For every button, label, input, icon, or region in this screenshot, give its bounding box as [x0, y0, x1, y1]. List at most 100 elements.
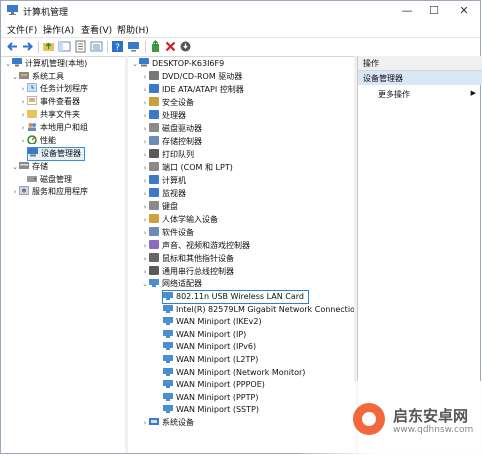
device-category[interactable]: › 通用串行总线控制器 [141, 266, 234, 278]
device-category[interactable]: › 磁盘驱动器 [141, 123, 202, 135]
menu-view[interactable]: 查看(V) [81, 23, 112, 36]
network-device[interactable]: WAN Miniport (L2TP) [163, 354, 258, 366]
device-category-icon [149, 149, 159, 158]
device-category[interactable]: › DVD/CD-ROM 驱动器 [141, 71, 242, 83]
chevron-right-icon[interactable]: › [141, 162, 149, 174]
network-device[interactable]: WAN Miniport (IP) [163, 329, 246, 341]
chevron-right-icon[interactable]: › [141, 97, 149, 109]
properties-icon[interactable] [74, 40, 87, 53]
uninstall-device-icon[interactable] [164, 40, 177, 53]
tree-item-device-manager[interactable]: 设备管理器 [27, 147, 85, 161]
network-device[interactable]: WAN Miniport (Network Monitor) [163, 367, 305, 379]
device-category[interactable]: › 端口 (COM 和 LPT) [141, 162, 233, 174]
chevron-right-icon[interactable]: › [141, 123, 149, 135]
chevron-right-icon[interactable]: › [141, 175, 149, 187]
chevron-right-icon[interactable]: › [141, 214, 149, 226]
network-device[interactable]: Intel(R) 82579LM Gigabit Network Connect… [163, 304, 354, 316]
network-device-selected[interactable]: 802.11n USB Wireless LAN Card [162, 290, 309, 304]
device-category[interactable]: › 计算机 [141, 175, 186, 187]
close-button[interactable]: ✕ [449, 1, 479, 20]
back-arrow-icon[interactable] [6, 40, 19, 53]
device-category[interactable]: › 软件设备 [141, 227, 194, 239]
tree-label: 打印队列 [162, 150, 194, 159]
chevron-right-icon[interactable]: › [141, 71, 149, 83]
network-device[interactable]: WAN Miniport (PPTP) [163, 392, 258, 404]
tree-label: 声音、视频和游戏控制器 [162, 241, 250, 250]
category-system-devices[interactable]: › 系统设备 [141, 417, 194, 429]
network-device[interactable]: WAN Miniport (SSTP) [163, 404, 259, 416]
tree-item-task-scheduler[interactable]: › 任务计划程序 [19, 83, 88, 95]
tree-label: 计算机 [162, 176, 186, 185]
chevron-down-icon[interactable]: ⌄ [4, 58, 12, 70]
more-actions-link[interactable]: 更多操作 [378, 89, 410, 100]
tree-item-shared-folders[interactable]: › 共享文件夹 [19, 109, 80, 121]
chevron-right-icon[interactable]: › [141, 227, 149, 239]
device-category[interactable]: › 打印队列 [141, 149, 194, 161]
up-folder-icon[interactable] [42, 40, 55, 53]
chevron-down-icon[interactable]: ⌄ [11, 161, 19, 173]
monitor-view-icon[interactable] [127, 40, 140, 53]
device-category[interactable]: › 键盘 [141, 201, 178, 213]
help-icon[interactable]: ? [111, 40, 124, 53]
tree-label: WAN Miniport (SSTP) [176, 405, 259, 415]
tree-item-performance[interactable]: › 性能 [19, 135, 56, 147]
chevron-right-icon[interactable]: › [19, 135, 27, 147]
chevron-right-icon[interactable]: › [141, 417, 149, 429]
network-device[interactable]: WAN Miniport (IPv6) [163, 341, 256, 353]
device-tree-root[interactable]: ⌄ DESKTOP-K63I6F9 [131, 58, 224, 70]
chevron-right-icon[interactable]: › [19, 122, 27, 134]
chevron-down-icon[interactable]: ⌄ [141, 278, 149, 290]
chevron-right-icon[interactable]: › [19, 109, 27, 121]
menu-action[interactable]: 操作(A) [43, 23, 74, 36]
show-hide-tree-icon[interactable] [58, 40, 71, 53]
list-view-icon[interactable] [90, 40, 103, 53]
chevron-right-icon[interactable]: › [11, 186, 19, 198]
network-device[interactable]: WAN Miniport (PPPOE) [163, 379, 265, 391]
tree-label: DVD/CD-ROM 驱动器 [162, 72, 243, 81]
maximize-button[interactable]: ☐ [419, 1, 449, 20]
device-category[interactable]: › IDE ATA/ATAPI 控制器 [141, 84, 244, 96]
performance-icon [27, 135, 37, 144]
chevron-right-icon[interactable]: › [19, 83, 27, 95]
network-adapter-icon [163, 304, 173, 313]
network-device[interactable]: WAN Miniport (IKEv2) [163, 316, 262, 328]
chevron-right-icon[interactable]: › [141, 240, 149, 252]
left-pane-splitter[interactable] [125, 56, 128, 453]
actions-section-device-manager[interactable]: 设备管理器 [358, 71, 482, 85]
device-category[interactable]: › 监视器 [141, 188, 186, 200]
device-category[interactable]: › 人体学输入设备 [141, 214, 218, 226]
menu-help[interactable]: 帮助(H) [117, 23, 149, 36]
tree-item-services[interactable]: › 服务和应用程序 [11, 186, 88, 198]
chevron-right-icon[interactable]: › [141, 253, 149, 265]
tree-item-system-tools[interactable]: ⌄ 系统工具 [11, 71, 64, 83]
chevron-right-icon[interactable]: › [19, 96, 27, 108]
menu-file[interactable]: 文件(F) [7, 23, 37, 36]
device-category-icon [149, 266, 159, 275]
chevron-right-icon[interactable]: › [141, 188, 149, 200]
chevron-right-icon[interactable]: › [141, 84, 149, 96]
chevron-right-icon[interactable]: › [141, 136, 149, 148]
chevron-down-icon[interactable]: ⌄ [131, 58, 139, 70]
chevron-right-icon[interactable]: › [141, 149, 149, 161]
tree-item-root[interactable]: ⌄ 计算机管理(本地) [4, 58, 87, 70]
category-network-adapters[interactable]: ⌄ 网络适配器 [141, 278, 202, 290]
forward-arrow-icon[interactable] [21, 40, 34, 53]
device-category[interactable]: › 存储控制器 [141, 136, 202, 148]
chevron-down-icon[interactable]: ⌄ [11, 71, 19, 83]
chevron-right-icon[interactable]: ▶ [471, 89, 476, 97]
tree-item-local-users[interactable]: › 本地用户和组 [19, 122, 88, 134]
tree-item-storage[interactable]: ⌄ 存储 [11, 161, 48, 173]
tree-label: WAN Miniport (PPPOE) [176, 380, 265, 390]
minimize-button[interactable]: — [392, 1, 422, 20]
tree-item-disk-management[interactable]: 磁盘管理 [27, 174, 72, 186]
device-category[interactable]: › 鼠标和其他指针设备 [141, 253, 234, 265]
device-category[interactable]: › 声音、视频和游戏控制器 [141, 240, 250, 252]
update-driver-icon[interactable] [149, 40, 162, 53]
chevron-right-icon[interactable]: › [141, 266, 149, 278]
chevron-right-icon[interactable]: › [141, 110, 149, 122]
tree-item-event-viewer[interactable]: › 事件查看器 [19, 96, 80, 108]
device-category[interactable]: › 安全设备 [141, 97, 194, 109]
scan-hardware-icon[interactable] [179, 40, 192, 53]
chevron-right-icon[interactable]: › [141, 201, 149, 213]
device-category[interactable]: › 处理器 [141, 110, 186, 122]
